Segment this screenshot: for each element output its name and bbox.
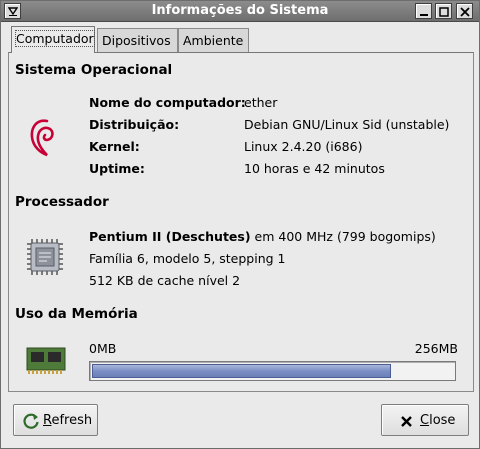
os-value-distribution: Debian GNU/Linux Sid (unstable) (244, 117, 450, 132)
memory-max-label: 256MB (414, 341, 458, 356)
close-window-button[interactable] (456, 3, 473, 19)
tab-label: Computador (15, 30, 95, 47)
cpu-model-line: Pentium II (Deschutes) em 400 MHz (799 b… (89, 229, 436, 244)
cpu-model: Pentium II (Deschutes) (89, 229, 251, 244)
cpu-chip-icon (27, 239, 63, 275)
close-x-icon (401, 416, 412, 427)
os-key-uptime: Uptime: (89, 161, 145, 176)
refresh-button[interactable]: Refresh (13, 404, 98, 436)
tab-label: Dipositivos (102, 33, 171, 48)
os-value-kernel: Linux 2.4.20 (i686) (244, 139, 363, 154)
window-title: Informações do Sistema (151, 3, 329, 18)
memory-usage-bar (89, 361, 456, 381)
os-value-uptime: 10 horas e 42 minutos (244, 161, 385, 176)
refresh-icon (23, 413, 39, 429)
cpu-family: Família 6, modelo 5, stepping 1 (89, 251, 286, 266)
tab-dipositivos[interactable]: Dipositivos (97, 28, 178, 52)
debian-swirl-icon (30, 119, 54, 157)
cpu-section-title: Processador (15, 194, 109, 210)
minimize-button[interactable] (415, 3, 432, 19)
tab-bar: Computador Dipositivos Ambiente (8, 26, 474, 53)
maximize-button[interactable] (435, 3, 452, 19)
close-button[interactable]: Close (381, 404, 469, 436)
os-section-title: Sistema Operacional (15, 62, 173, 78)
memory-usage-fill (92, 364, 391, 378)
memory-module-icon (26, 347, 66, 374)
refresh-label: Refresh (43, 413, 93, 428)
tab-label: Ambiente (183, 33, 244, 48)
title-bar[interactable]: Informações do Sistema (1, 1, 479, 22)
dialog-window: Informações do Sistema Computador Diposi… (0, 0, 480, 449)
computer-panel: Sistema Operacional Nome do computador: … (8, 52, 474, 392)
tab-computador[interactable]: Computador (11, 26, 95, 53)
tab-ambiente[interactable]: Ambiente (178, 28, 249, 52)
minimize-icon (420, 14, 428, 16)
os-value-hostname: ether (244, 95, 278, 110)
cpu-speed: em 400 MHz (799 bogomips) (254, 229, 436, 244)
os-key-hostname: Nome do computador: (89, 95, 246, 110)
memory-section-title: Uso da Memória (15, 306, 138, 322)
close-icon (460, 7, 470, 17)
os-key-kernel: Kernel: (89, 139, 140, 154)
os-key-distribution: Distribuição: (89, 117, 180, 132)
memory-min-label: 0MB (89, 341, 117, 356)
maximize-icon (439, 7, 449, 17)
cpu-cache: 512 KB de cache nível 2 (89, 273, 241, 288)
close-label: Close (420, 413, 456, 428)
